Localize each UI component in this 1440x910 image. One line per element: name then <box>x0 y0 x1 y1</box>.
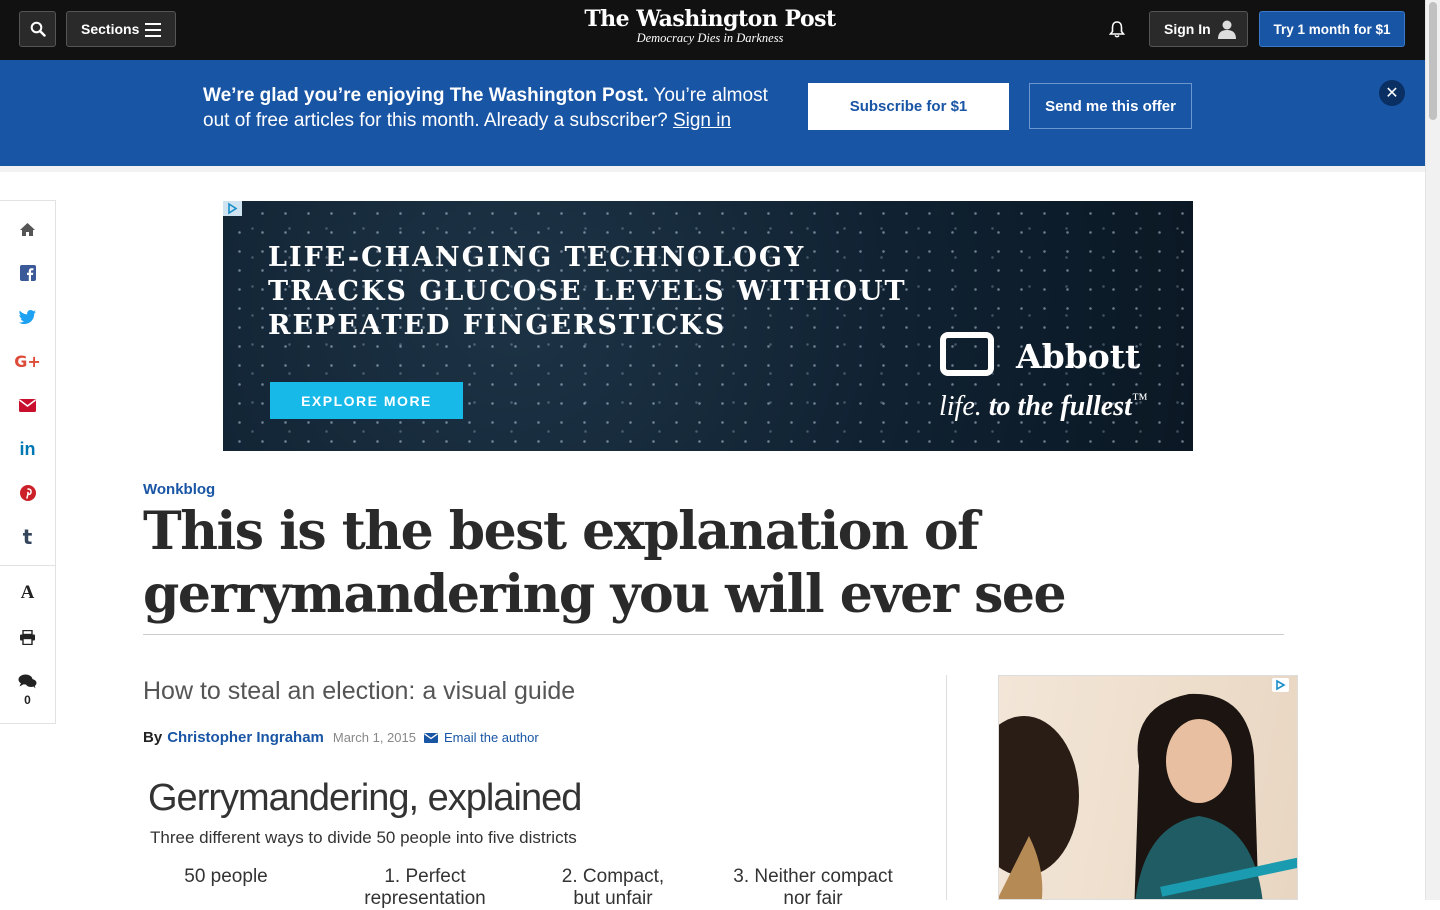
graphic-title: Gerrymandering, explained <box>148 777 582 819</box>
print-button[interactable] <box>0 617 55 657</box>
twitter-icon <box>19 310 36 324</box>
slogan-trademark: ™ <box>1131 391 1148 408</box>
home-icon <box>20 222 35 236</box>
publish-date: March 1, 2015 <box>332 730 416 745</box>
facebook-icon <box>19 265 36 281</box>
linkedin-share-button[interactable]: in <box>0 429 55 469</box>
graphic-subtitle: Three different ways to divide 50 people… <box>150 828 577 847</box>
graphic-column-label: 50 people <box>184 866 268 887</box>
sidebar-advertisement[interactable] <box>998 675 1298 900</box>
logo-tagline: Democracy Dies in Darkness <box>636 31 784 45</box>
graphic-column-label: 3. Neither compact nor fair <box>733 866 893 909</box>
logo-name: The Washington Post <box>584 6 836 32</box>
search-button[interactable] <box>19 11 56 47</box>
banner-divider <box>0 166 1425 172</box>
byline-by: By <box>143 729 163 746</box>
banner-message: We’re glad you’re enjoying The Washingto… <box>203 83 793 133</box>
send-offer-button[interactable]: Send me this offer <box>1029 83 1192 129</box>
google-plus-share-button[interactable]: G+ <box>0 341 55 381</box>
facebook-share-button[interactable] <box>0 253 55 293</box>
adchoices-icon[interactable] <box>223 201 242 216</box>
mail-icon <box>423 732 438 743</box>
column-divider <box>946 675 947 900</box>
notification-bell-icon[interactable] <box>1108 20 1126 44</box>
close-icon[interactable]: ✕ <box>1379 80 1405 106</box>
print-icon <box>20 629 35 645</box>
mail-icon <box>19 398 36 412</box>
site-logo[interactable]: The Washington Post Democracy Dies in Da… <box>560 6 860 46</box>
banner-sign-in-link[interactable]: Sign in <box>673 110 731 131</box>
email-share-button[interactable] <box>0 385 55 425</box>
comment-count: 0 <box>24 693 31 707</box>
email-author-label: Email the author <box>443 730 539 745</box>
section-kicker[interactable]: Wonkblog <box>143 481 215 498</box>
graphic-column-label: 1. Perfect representation <box>364 866 486 909</box>
sign-in-label: Sign In <box>1164 21 1211 37</box>
try-subscription-button[interactable]: Try 1 month for $1 <box>1259 11 1405 47</box>
twitter-share-button[interactable] <box>0 297 55 337</box>
sections-label: Sections <box>81 21 140 37</box>
page-scrollbar[interactable] <box>1425 0 1440 900</box>
tumblr-icon: t <box>22 525 33 549</box>
pinterest-icon <box>19 485 36 501</box>
author-link[interactable]: Christopher Ingraham <box>167 729 324 746</box>
byline: By Christopher Ingraham March 1, 2015 Em… <box>143 729 539 746</box>
explore-more-button[interactable]: EXPLORE MORE <box>270 382 463 419</box>
user-icon <box>1218 20 1236 39</box>
share-rail: G+ in t A 0 <box>0 200 56 724</box>
rail-divider <box>0 565 55 566</box>
subscribe-button[interactable]: Subscribe for $1 <box>808 83 1009 130</box>
ad-headline-line: LIFE-CHANGING TECHNOLOGY <box>268 242 806 273</box>
abbott-logo-mark <box>940 332 994 376</box>
search-icon <box>30 21 46 37</box>
ad-headline-line: TRACKS GLUCOSE LEVELS WITHOUT <box>268 276 907 307</box>
adchoices-icon[interactable] <box>1272 678 1289 692</box>
subscription-banner: We’re glad you’re enjoying The Washingto… <box>0 60 1425 166</box>
headline-divider <box>143 634 1284 635</box>
ad-headline: LIFE-CHANGING TECHNOLOGY TRACKS GLUCOSE … <box>268 241 1193 343</box>
article-headline: This is the best explanation of gerryman… <box>143 501 1067 625</box>
ad-brand-name: Abbott <box>1016 337 1141 376</box>
comments-icon <box>18 674 37 688</box>
graphic-column-label: 2. Compact, but unfair <box>561 866 665 909</box>
slogan-part-a: life. <box>939 391 982 422</box>
sign-in-button[interactable]: Sign In <box>1149 11 1248 47</box>
font-size-button[interactable]: A <box>0 573 55 613</box>
font-size-icon: A <box>20 582 35 603</box>
slogan-part-b: to the fullest <box>981 391 1132 422</box>
sections-menu-button[interactable]: Sections <box>66 11 176 47</box>
advertisement-banner[interactable]: LIFE-CHANGING TECHNOLOGY TRACKS GLUCOSE … <box>223 201 1193 451</box>
scrollbar-thumb[interactable] <box>1429 2 1437 120</box>
pinterest-share-button[interactable] <box>0 473 55 513</box>
tumblr-share-button[interactable]: t <box>0 517 55 557</box>
ad-photo-person <box>999 716 1079 899</box>
ad-slogan: life. to the fullest™ <box>939 391 1148 423</box>
hamburger-icon <box>145 23 161 41</box>
linkedin-icon: in <box>19 438 36 459</box>
home-button[interactable] <box>0 209 55 249</box>
top-navigation-bar: Sections The Washington Post Democracy D… <box>0 0 1425 60</box>
article-subhead: How to steal an election: a visual guide <box>143 677 576 705</box>
banner-bold-text: We’re glad you’re enjoying The Washingto… <box>203 85 649 106</box>
email-author-link[interactable]: Email the author <box>423 730 539 745</box>
google-plus-icon: G+ <box>14 351 41 371</box>
